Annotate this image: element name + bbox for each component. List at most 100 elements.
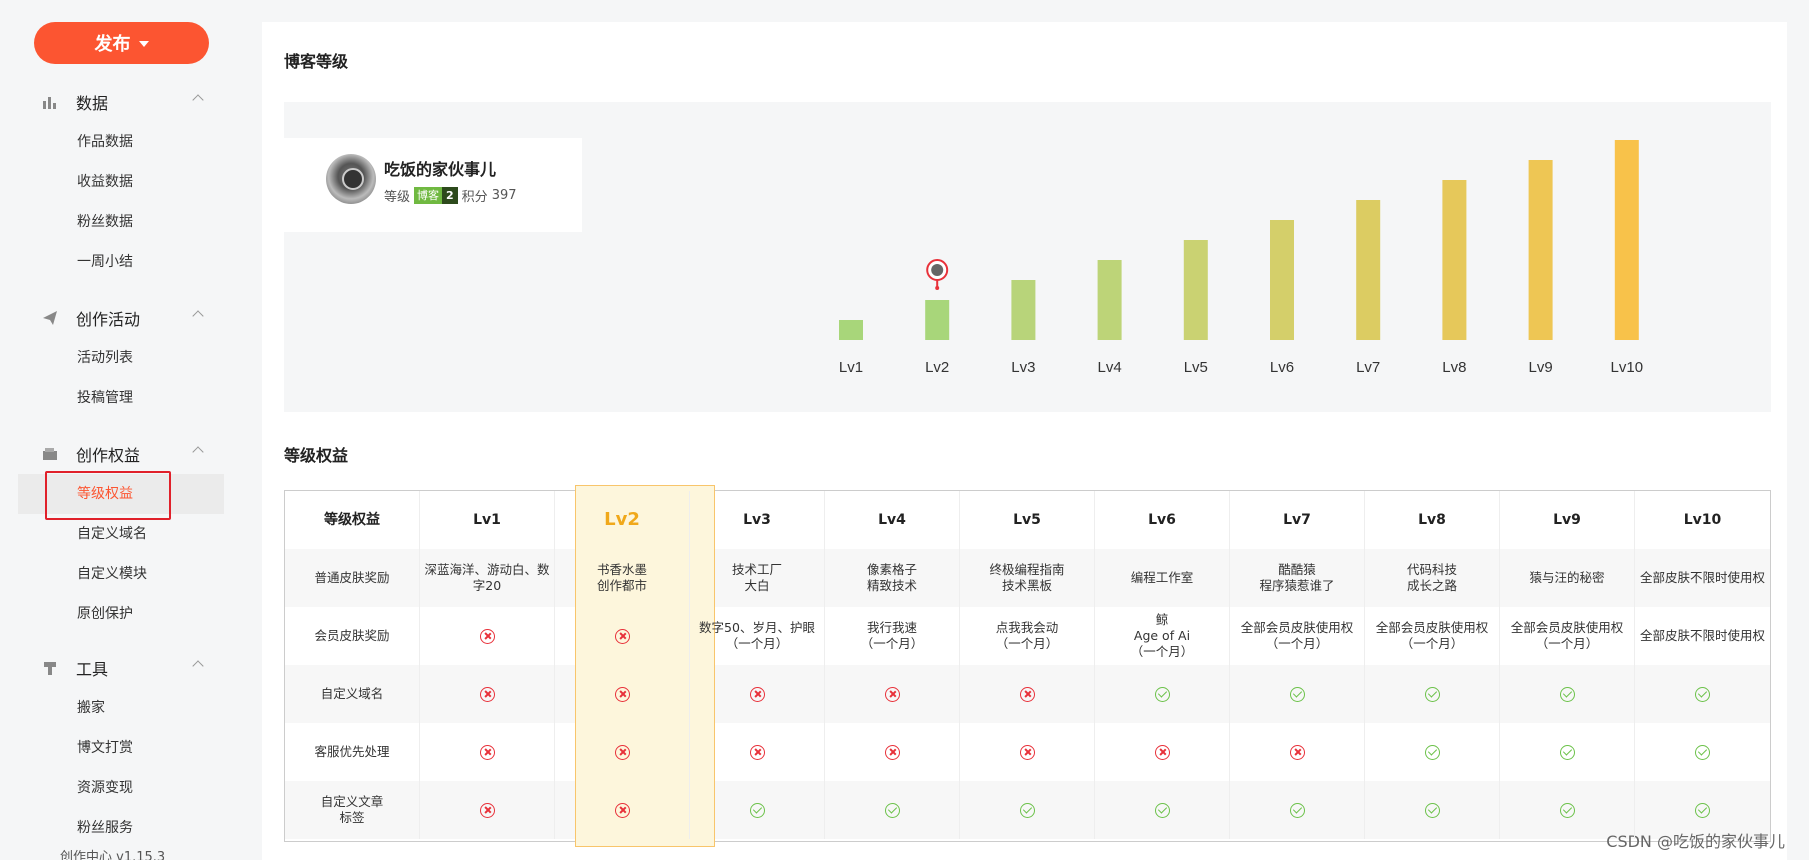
- nav-group-title: 数据: [76, 94, 109, 113]
- table-header-cell: Lv8: [1365, 491, 1500, 549]
- sidebar-item[interactable]: 自定义模块: [0, 554, 236, 594]
- main-panel: 博客等级 Lv1 Lv2 Lv3 Lv4 Lv5 Lv6 Lv7 Lv8 Lv9 Lv10 吃饭的…: [262, 22, 1787, 860]
- x-circle-icon: [749, 686, 765, 702]
- table-cell: 技术工厂 大白: [690, 549, 825, 607]
- avatar[interactable]: [326, 154, 376, 204]
- check-circle-icon: [1559, 744, 1575, 760]
- check-circle-icon: [1695, 744, 1710, 760]
- check-circle-icon: [1154, 686, 1170, 702]
- table-row: 普通皮肤奖励 深蓝海洋、游动白、数字20 书香水墨 创作都市 技术工厂 大白 像素格子 …: [285, 549, 1770, 607]
- level-tick-label: Lv3: [1011, 359, 1035, 376]
- sidebar-item[interactable]: 一周小结: [0, 242, 236, 282]
- sidebar-item[interactable]: 自定义域名: [0, 514, 236, 554]
- table-cell: [1635, 723, 1770, 781]
- table-cell: 自定义文章 标签: [285, 781, 420, 839]
- table-cell: 点我我会动 （一个月）: [960, 607, 1095, 665]
- sidebar-item[interactable]: 原创保护: [0, 594, 236, 634]
- x-circle-icon: [614, 686, 630, 702]
- level-bar-lv1: [839, 320, 863, 340]
- table-cell: [825, 665, 960, 723]
- nav-group-title: 工具: [76, 660, 109, 679]
- table-header-cell: Lv6: [1095, 491, 1230, 549]
- user-card: 吃饭的家伙事儿 等级 博客 2 积分 397: [284, 138, 582, 232]
- level-tick-label: Lv2: [925, 359, 949, 376]
- nav-group-header[interactable]: 创作权益: [0, 434, 236, 474]
- level-bar-lv9: [1528, 160, 1553, 340]
- table-cell: 全部会员皮肤使用权 （一个月）: [1365, 607, 1500, 665]
- check-circle-icon: [1154, 802, 1170, 818]
- level-bar-lv10: [1614, 140, 1639, 340]
- level-tick-label: Lv4: [1098, 359, 1122, 376]
- level-badge: 博客 2: [414, 187, 458, 204]
- table-cell: 自定义域名: [285, 665, 420, 723]
- x-circle-icon: [1019, 686, 1035, 702]
- table-cell: 全部皮肤不限时使用权: [1639, 628, 1765, 643]
- table-cell: 终极编程指南 技术黑板: [960, 549, 1095, 607]
- sidebar-item[interactable]: 粉丝数据: [0, 202, 236, 242]
- chevron-up-icon[interactable]: [192, 310, 204, 322]
- check-circle-icon: [1019, 802, 1035, 818]
- table-cell: 全部皮肤不限时使用权: [1639, 570, 1765, 585]
- benefits-table: 等级权益 Lv1 Lv2 Lv3 Lv4 Lv5 Lv6 Lv7 Lv8 Lv9 Lv10 普通皮肤奖…: [284, 485, 1771, 847]
- points-value: 397: [491, 188, 517, 203]
- table-row: 自定义域名: [285, 665, 1770, 723]
- x-circle-icon: [884, 744, 900, 760]
- table-cell: [1500, 781, 1635, 839]
- nav-group-header[interactable]: 创作活动: [0, 298, 236, 338]
- table-cell: [1095, 723, 1230, 781]
- sidebar-item[interactable]: 粉丝服务: [0, 808, 236, 848]
- nav-group: 数据作品数据 收益数据 粉丝数据 一周小结: [0, 82, 236, 282]
- table-cell: [555, 607, 690, 665]
- table-row: 客服优先处理: [285, 723, 1770, 781]
- points-label: 积分: [461, 190, 488, 205]
- nav-group-header[interactable]: 工具: [0, 648, 236, 688]
- x-circle-icon: [1019, 744, 1035, 760]
- table-header-cell: Lv9: [1500, 491, 1635, 549]
- table-cell: [420, 607, 555, 665]
- check-circle-icon: [1289, 802, 1305, 818]
- table-cell: [555, 781, 690, 839]
- level-tick-label: Lv6: [1270, 359, 1294, 376]
- table-cell: 代码科技 成长之路: [1365, 549, 1500, 607]
- chevron-up-icon[interactable]: [192, 660, 204, 672]
- table-cell: 全部会员皮肤使用权 （一个月）: [1500, 607, 1635, 665]
- x-circle-icon: [614, 744, 630, 760]
- blog-level-title: 博客等级: [284, 52, 349, 71]
- table-cell: [960, 665, 1095, 723]
- sidebar-item[interactable]: 活动列表: [0, 338, 236, 378]
- table-cell: [825, 781, 960, 839]
- x-circle-icon: [1289, 744, 1305, 760]
- table-cell: 鲸 Age of Ai （一个月）: [1095, 607, 1230, 665]
- sidebar-item[interactable]: 收益数据: [0, 162, 236, 202]
- table-cell: 会员皮肤奖励: [285, 607, 420, 665]
- nav-group: 创作活动 活动列表 投稿管理: [0, 298, 236, 418]
- nav-group-title: 创作权益: [76, 446, 141, 465]
- level-tick-label: Lv5: [1184, 359, 1208, 376]
- sidebar-item[interactable]: 资源变现: [0, 768, 236, 808]
- table-cell: [1230, 665, 1365, 723]
- user-name[interactable]: 吃饭的家伙事儿: [384, 156, 496, 180]
- chevron-up-icon[interactable]: [192, 94, 204, 106]
- sidebar-item[interactable]: 作品数据: [0, 122, 236, 162]
- x-circle-icon: [479, 802, 495, 818]
- check-circle-icon: [1424, 802, 1440, 818]
- sidebar-item[interactable]: 搬家: [0, 688, 236, 728]
- sidebar-item[interactable]: 投稿管理: [0, 378, 236, 418]
- level-bar-lv7: [1356, 200, 1381, 340]
- check-circle-icon: [1695, 686, 1710, 702]
- table-cell: 普通皮肤奖励: [285, 549, 420, 607]
- table-header-cell: Lv3: [690, 491, 825, 549]
- table-cell: [1365, 781, 1500, 839]
- badge-text: 博客: [414, 187, 443, 204]
- sidebar-item[interactable]: 博文打赏: [0, 728, 236, 768]
- caret-down-icon[interactable]: [138, 41, 149, 47]
- publish-button[interactable]: 发布: [34, 22, 209, 64]
- level-tick-label: Lv10: [1611, 359, 1644, 376]
- paper-plane-icon: [42, 310, 58, 326]
- nav-group-header[interactable]: 数据: [0, 82, 236, 122]
- chevron-up-icon[interactable]: [192, 446, 204, 458]
- active-highlight-box: [45, 471, 171, 520]
- table-header-cell: Lv7: [1230, 491, 1365, 549]
- table-cell: [1095, 781, 1230, 839]
- level-tick-label: Lv9: [1529, 359, 1553, 376]
